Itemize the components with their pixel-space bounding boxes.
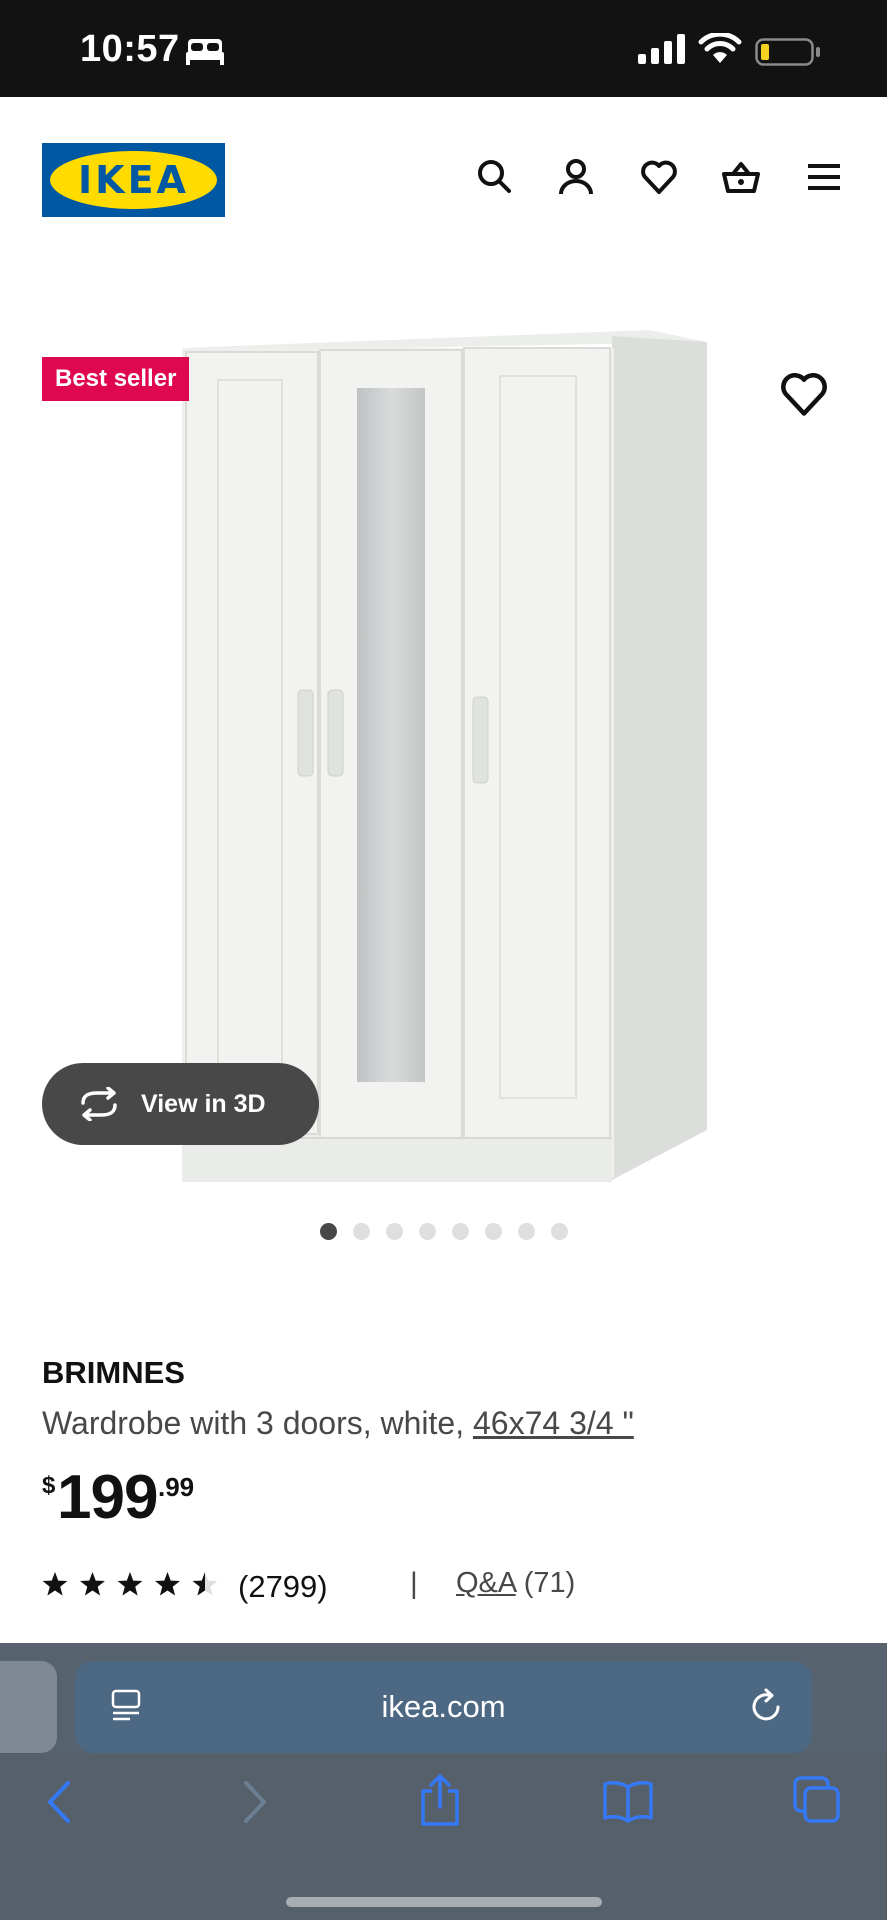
address-area: ikea.com bbox=[0, 1643, 887, 1753]
rating-star bbox=[42, 1572, 68, 1596]
product-description-text: Wardrobe with 3 doors, white, bbox=[42, 1405, 473, 1441]
qa-count: (71) bbox=[523, 1567, 576, 1599]
best-seller-badge: Best seller bbox=[42, 357, 190, 401]
address-bar[interactable]: ikea.com bbox=[75, 1661, 812, 1753]
rating-stars bbox=[42, 1572, 218, 1596]
price-currency: $ bbox=[42, 1472, 56, 1499]
price-integer: 199 bbox=[57, 1463, 158, 1532]
menu-icon[interactable] bbox=[804, 157, 844, 197]
image-pagination bbox=[0, 1223, 887, 1243]
home-indicator bbox=[286, 1897, 602, 1907]
logo-registered-mark: ® bbox=[212, 147, 219, 157]
sleep-focus-icon bbox=[186, 39, 224, 65]
status-bar: 10:57 bbox=[0, 0, 887, 97]
view-in-3d-button[interactable]: View in 3D bbox=[42, 1063, 319, 1145]
search-icon[interactable] bbox=[474, 157, 514, 197]
product-description: Wardrobe with 3 doors, white, 46x74 3/4 … bbox=[42, 1405, 634, 1442]
product-rating[interactable]: (2799) | Q&A (71) bbox=[42, 1563, 842, 1607]
favorite-heart-icon[interactable] bbox=[778, 368, 830, 420]
rotate-3d-icon bbox=[81, 1087, 117, 1121]
tabs-icon[interactable] bbox=[792, 1775, 842, 1825]
shopping-bag-icon[interactable] bbox=[721, 157, 761, 197]
pagination-dot[interactable] bbox=[451, 1223, 469, 1240]
qa-link[interactable]: Q&A (71) bbox=[414, 1567, 575, 1600]
rating-star bbox=[80, 1572, 105, 1596]
price-decimal: .99 bbox=[158, 1472, 195, 1502]
url-text: ikea.com bbox=[381, 1689, 506, 1724]
pagination-dot[interactable] bbox=[484, 1223, 502, 1240]
pagination-dot[interactable] bbox=[550, 1223, 568, 1240]
size-link[interactable]: 46x74 3/4 " bbox=[473, 1405, 634, 1441]
cellular-signal-icon bbox=[638, 34, 685, 64]
review-count[interactable]: (2799) bbox=[238, 1569, 328, 1605]
pagination-dot[interactable] bbox=[517, 1223, 535, 1240]
status-time: 10:57 bbox=[80, 28, 180, 70]
product-name: BRIMNES bbox=[42, 1355, 185, 1390]
back-icon[interactable] bbox=[44, 1779, 76, 1825]
previous-tab-preview[interactable] bbox=[0, 1661, 57, 1753]
forward-icon bbox=[244, 1781, 266, 1823]
wifi-icon bbox=[698, 33, 742, 63]
battery-icon bbox=[755, 38, 820, 66]
rating-star bbox=[117, 1572, 143, 1596]
pagination-dot[interactable] bbox=[352, 1223, 370, 1240]
pagination-dot[interactable] bbox=[418, 1223, 436, 1240]
wishlist-heart-icon[interactable] bbox=[639, 157, 679, 197]
ikea-logo[interactable]: IKEA ® bbox=[42, 143, 225, 217]
logo-text: IKEA bbox=[78, 158, 189, 202]
pagination-dot[interactable] bbox=[319, 1223, 337, 1240]
bookmarks-icon[interactable] bbox=[602, 1779, 654, 1823]
account-icon[interactable] bbox=[556, 157, 596, 197]
pagination-dot[interactable] bbox=[385, 1223, 403, 1240]
reload-icon[interactable] bbox=[747, 1687, 785, 1727]
share-icon[interactable] bbox=[418, 1773, 462, 1827]
site-header: IKEA ® bbox=[0, 97, 887, 267]
rating-star bbox=[155, 1572, 180, 1596]
view-in-3d-label: View in 3D bbox=[141, 1090, 266, 1118]
browser-toolbar: ikea.com bbox=[0, 1643, 887, 1920]
qa-label[interactable]: Q&A bbox=[456, 1567, 516, 1599]
